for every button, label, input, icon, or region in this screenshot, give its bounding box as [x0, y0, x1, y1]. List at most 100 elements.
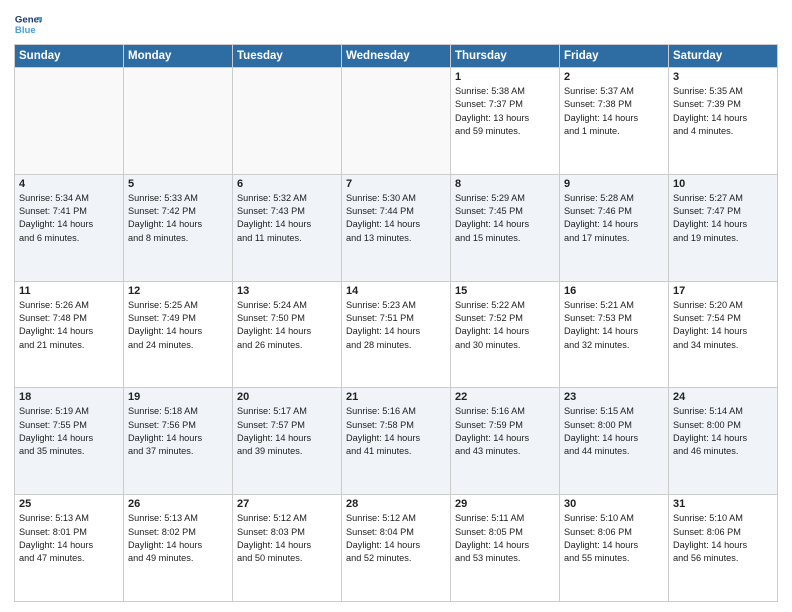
calendar-cell: 22Sunrise: 5:16 AM Sunset: 7:59 PM Dayli…: [451, 388, 560, 495]
weekday-header: Tuesday: [233, 45, 342, 68]
calendar-cell: 8 Sunrise: 5:29 AM Sunset: 7:45 PM Daylig…: [451, 174, 560, 281]
logo-icon: General Blue: [14, 10, 42, 38]
day-info: Sunrise: 5:11 AM Sunset: 8:05 PM Dayligh…: [455, 512, 555, 565]
day-number: 20: [237, 391, 337, 403]
day-number: 25: [19, 498, 119, 510]
day-info: Sunrise: 5:37 AM Sunset: 7:38 PM Dayligh…: [564, 85, 664, 138]
day-info: Sunrise: 5:12 AM Sunset: 8:03 PM Dayligh…: [237, 512, 337, 565]
day-info: Sunrise: 5:25 AM Sunset: 7:49 PM Dayligh…: [128, 299, 228, 352]
weekday-header: Thursday: [451, 45, 560, 68]
day-number: 15: [455, 285, 555, 297]
day-info: Sunrise: 5:27 AM Sunset: 7:47 PM Dayligh…: [673, 192, 773, 245]
day-number: 10: [673, 178, 773, 190]
calendar-cell: 19 Sunrise: 5:18 AM Sunset: 7:56 PM Dayli…: [124, 388, 233, 495]
weekday-header: Saturday: [669, 45, 778, 68]
calendar-cell: 12 Sunrise: 5:25 AM Sunset: 7:49 PM Dayli…: [124, 281, 233, 388]
day-info: Sunrise: 5:10 AM Sunset: 8:06 PM Dayligh…: [564, 512, 664, 565]
calendar-cell: [15, 68, 124, 175]
svg-text:General: General: [15, 14, 42, 25]
day-info: Sunrise: 5:20 AM Sunset: 7:54 PM Dayligh…: [673, 299, 773, 352]
day-number: 18: [19, 391, 119, 403]
day-info: Sunrise: 5:24 AM Sunset: 7:50 PM Dayligh…: [237, 299, 337, 352]
calendar-cell: 27 Sunrise: 5:12 AM Sunset: 8:03 PM Dayli…: [233, 495, 342, 602]
day-info: Sunrise: 5:22 AM Sunset: 7:52 PM Dayligh…: [455, 299, 555, 352]
day-info: Sunrise: 5:28 AM Sunset: 7:46 PM Dayligh…: [564, 192, 664, 245]
day-info: Sunrise: 5:14 AM Sunset: 8:00 PM Dayligh…: [673, 405, 773, 458]
day-number: 24: [673, 391, 773, 403]
day-info: Sunrise: 5:30 AM Sunset: 7:44 PM Dayligh…: [346, 192, 446, 245]
day-number: 29: [455, 498, 555, 510]
day-number: 30: [564, 498, 664, 510]
calendar-cell: [342, 68, 451, 175]
day-number: 26: [128, 498, 228, 510]
day-info: Sunrise: 5:32 AM Sunset: 7:43 PM Dayligh…: [237, 192, 337, 245]
calendar-cell: 7 Sunrise: 5:30 AM Sunset: 7:44 PM Daylig…: [342, 174, 451, 281]
day-info: Sunrise: 5:17 AM Sunset: 7:57 PM Dayligh…: [237, 405, 337, 458]
day-info: Sunrise: 5:26 AM Sunset: 7:48 PM Dayligh…: [19, 299, 119, 352]
calendar-cell: 30 Sunrise: 5:10 AM Sunset: 8:06 PM Dayli…: [560, 495, 669, 602]
day-number: 28: [346, 498, 446, 510]
calendar-cell: [124, 68, 233, 175]
calendar-cell: 5 Sunrise: 5:33 AM Sunset: 7:42 PM Daylig…: [124, 174, 233, 281]
calendar-week-row: 4 Sunrise: 5:34 AM Sunset: 7:41 PM Daylig…: [15, 174, 778, 281]
calendar-cell: 28Sunrise: 5:12 AM Sunset: 8:04 PM Dayli…: [342, 495, 451, 602]
day-number: 16: [564, 285, 664, 297]
weekday-header: Monday: [124, 45, 233, 68]
calendar-cell: [233, 68, 342, 175]
calendar-cell: 21 Sunrise: 5:16 AM Sunset: 7:58 PM Dayli…: [342, 388, 451, 495]
day-info: Sunrise: 5:29 AM Sunset: 7:45 PM Dayligh…: [455, 192, 555, 245]
calendar-cell: 15 Sunrise: 5:22 AM Sunset: 7:52 PM Dayli…: [451, 281, 560, 388]
day-number: 8: [455, 178, 555, 190]
day-number: 14: [346, 285, 446, 297]
day-info: Sunrise: 5:13 AM Sunset: 8:01 PM Dayligh…: [19, 512, 119, 565]
day-number: 12: [128, 285, 228, 297]
day-number: 3: [673, 71, 773, 83]
day-number: 17: [673, 285, 773, 297]
day-number: 2: [564, 71, 664, 83]
day-number: 27: [237, 498, 337, 510]
day-number: 19: [128, 391, 228, 403]
day-info: Sunrise: 5:34 AM Sunset: 7:41 PM Dayligh…: [19, 192, 119, 245]
day-info: Sunrise: 5:16 AM Sunset: 7:59 PM Dayligh…: [455, 405, 555, 458]
calendar-cell: 17 Sunrise: 5:20 AM Sunset: 7:54 PM Dayli…: [669, 281, 778, 388]
calendar-cell: 18 Sunrise: 5:19 AM Sunset: 7:55 PM Dayli…: [15, 388, 124, 495]
calendar-cell: 6 Sunrise: 5:32 AM Sunset: 7:43 PM Daylig…: [233, 174, 342, 281]
day-number: 6: [237, 178, 337, 190]
weekday-header: Wednesday: [342, 45, 451, 68]
calendar-cell: 20 Sunrise: 5:17 AM Sunset: 7:57 PM Dayli…: [233, 388, 342, 495]
calendar-week-row: 1 Sunrise: 5:38 AM Sunset: 7:37 PM Daylig…: [15, 68, 778, 175]
calendar-cell: 9Sunrise: 5:28 AM Sunset: 7:46 PM Daylig…: [560, 174, 669, 281]
calendar-week-row: 11 Sunrise: 5:26 AM Sunset: 7:48 PM Dayli…: [15, 281, 778, 388]
day-info: Sunrise: 5:19 AM Sunset: 7:55 PM Dayligh…: [19, 405, 119, 458]
calendar-cell: 26 Sunrise: 5:13 AM Sunset: 8:02 PM Dayli…: [124, 495, 233, 602]
day-number: 5: [128, 178, 228, 190]
calendar-cell: 14 Sunrise: 5:23 AM Sunset: 7:51 PM Dayli…: [342, 281, 451, 388]
day-info: Sunrise: 5:10 AM Sunset: 8:06 PM Dayligh…: [673, 512, 773, 565]
day-number: 21: [346, 391, 446, 403]
calendar-cell: 31Sunrise: 5:10 AM Sunset: 8:06 PM Dayli…: [669, 495, 778, 602]
day-info: Sunrise: 5:15 AM Sunset: 8:00 PM Dayligh…: [564, 405, 664, 458]
day-info: Sunrise: 5:18 AM Sunset: 7:56 PM Dayligh…: [128, 405, 228, 458]
calendar-week-row: 25 Sunrise: 5:13 AM Sunset: 8:01 PM Dayli…: [15, 495, 778, 602]
day-info: Sunrise: 5:13 AM Sunset: 8:02 PM Dayligh…: [128, 512, 228, 565]
day-number: 7: [346, 178, 446, 190]
day-number: 13: [237, 285, 337, 297]
page: General Blue SundayMondayTuesdayWednesda…: [0, 0, 792, 612]
calendar-cell: 1 Sunrise: 5:38 AM Sunset: 7:37 PM Daylig…: [451, 68, 560, 175]
day-info: Sunrise: 5:33 AM Sunset: 7:42 PM Dayligh…: [128, 192, 228, 245]
day-info: Sunrise: 5:23 AM Sunset: 7:51 PM Dayligh…: [346, 299, 446, 352]
day-info: Sunrise: 5:16 AM Sunset: 7:58 PM Dayligh…: [346, 405, 446, 458]
weekday-header: Sunday: [15, 45, 124, 68]
day-number: 1: [455, 71, 555, 83]
day-number: 4: [19, 178, 119, 190]
weekday-header: Friday: [560, 45, 669, 68]
calendar-cell: 10 Sunrise: 5:27 AM Sunset: 7:47 PM Dayli…: [669, 174, 778, 281]
day-number: 11: [19, 285, 119, 297]
calendar-cell: 25 Sunrise: 5:13 AM Sunset: 8:01 PM Dayli…: [15, 495, 124, 602]
day-info: Sunrise: 5:38 AM Sunset: 7:37 PM Dayligh…: [455, 85, 555, 138]
calendar-header-row: SundayMondayTuesdayWednesdayThursdayFrid…: [15, 45, 778, 68]
calendar-cell: 16Sunrise: 5:21 AM Sunset: 7:53 PM Dayli…: [560, 281, 669, 388]
logo: General Blue: [14, 10, 46, 38]
calendar-cell: 4 Sunrise: 5:34 AM Sunset: 7:41 PM Daylig…: [15, 174, 124, 281]
calendar-cell: 13 Sunrise: 5:24 AM Sunset: 7:50 PM Dayli…: [233, 281, 342, 388]
